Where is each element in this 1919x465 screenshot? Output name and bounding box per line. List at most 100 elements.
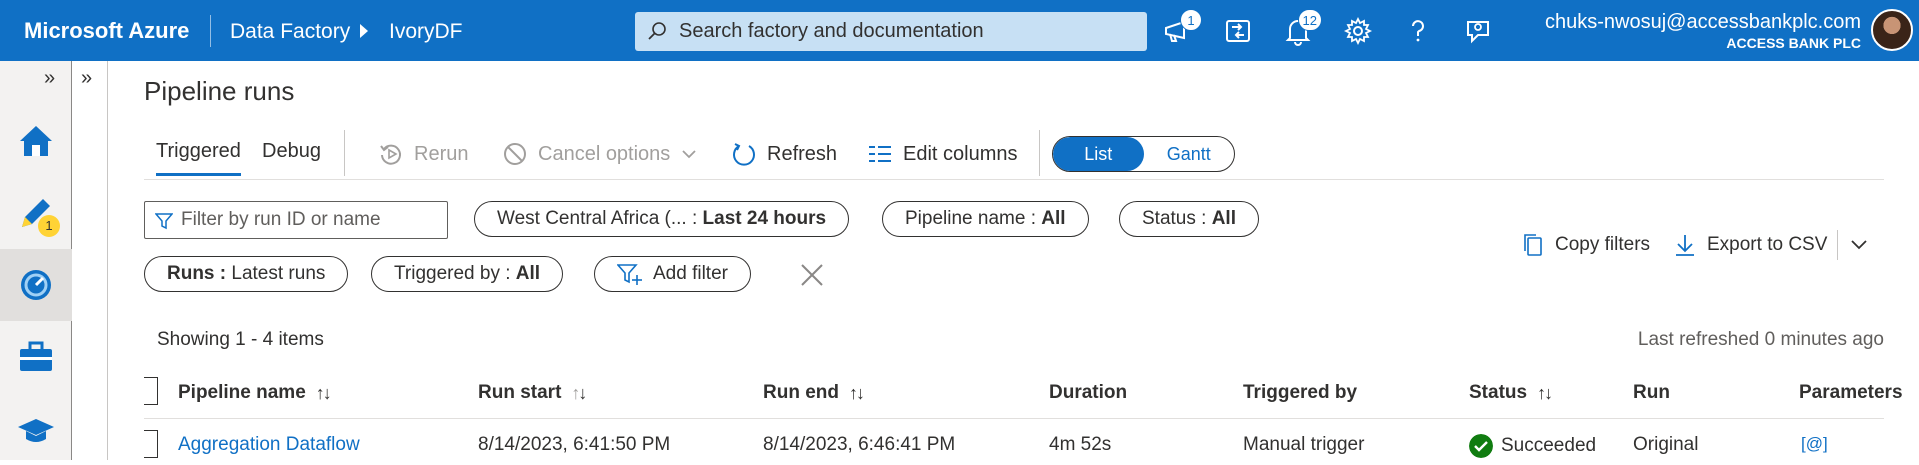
export-csv-button[interactable]: Export to CSV <box>1673 233 1827 257</box>
add-filter-label: Add filter <box>653 263 728 284</box>
column-run[interactable]: Run <box>1633 382 1670 404</box>
chevron-down-icon[interactable] <box>1848 233 1870 255</box>
triggered-filter-value: All <box>515 263 541 284</box>
column-label: Parameters <box>1799 382 1903 403</box>
settings-button[interactable] <box>1340 13 1376 49</box>
view-list-button[interactable]: List <box>1053 137 1144 171</box>
help-button[interactable] <box>1400 13 1436 49</box>
command-divider <box>1039 130 1040 176</box>
column-status[interactable]: Status ↑↓ <box>1469 382 1553 404</box>
run-cell: Original <box>1633 434 1699 455</box>
column-duration[interactable]: Duration <box>1049 382 1127 404</box>
view-gantt-button[interactable]: Gantt <box>1144 137 1235 171</box>
runs-filter-value: Latest runs <box>231 263 326 284</box>
region-time-filter[interactable]: West Central Africa (... : Last 24 hours <box>474 201 850 237</box>
nav-manage[interactable] <box>0 321 72 393</box>
nav-author[interactable]: 1 <box>0 177 72 249</box>
column-triggered-by[interactable]: Triggered by <box>1243 382 1357 404</box>
row-checkbox[interactable] <box>144 430 158 458</box>
region-filter-label: West Central Africa (... <box>497 208 687 229</box>
topbar-divider <box>210 15 211 47</box>
parameters-link[interactable]: [@] <box>1801 434 1828 454</box>
copy-filters-label: Copy filters <box>1555 234 1651 255</box>
updates-badge: 1 <box>1180 9 1202 31</box>
toolbox-icon <box>20 341 52 371</box>
breadcrumb-factory-name[interactable]: IvoryDF <box>389 0 463 63</box>
edit-columns-label: Edit columns <box>903 143 1018 165</box>
breadcrumb-data-factory[interactable]: Data Factory <box>230 0 350 63</box>
clear-filters-icon[interactable] <box>800 263 824 287</box>
status-filter[interactable]: Status : All <box>1119 201 1259 237</box>
runs-filter-label: Runs : <box>167 263 232 284</box>
column-run-end[interactable]: Run end ↑↓ <box>763 382 865 404</box>
columns-icon <box>869 146 891 162</box>
sort-icon: ↑↓ <box>849 382 865 403</box>
left-nav-rail: » 1 <box>0 61 72 460</box>
copy-icon <box>1524 234 1542 256</box>
run-end-cell: 8/14/2023, 6:46:41 PM <box>763 434 956 455</box>
notifications-badge: 12 <box>1297 9 1322 31</box>
expand-nav-icon[interactable]: » <box>44 67 55 90</box>
triggered-filter-label: Triggered by : <box>394 263 516 284</box>
add-filter-button[interactable]: Add filter <box>594 256 751 292</box>
tab-triggered[interactable]: Triggered <box>156 140 241 176</box>
pipeline-filter-value: All <box>1041 208 1066 229</box>
filter-separator: : <box>691 208 703 229</box>
select-all-checkbox[interactable] <box>144 377 158 405</box>
nav-learning[interactable] <box>0 393 72 465</box>
tab-debug[interactable]: Debug <box>262 140 321 173</box>
sort-icon: ↑↓ <box>315 382 332 403</box>
command-divider <box>344 130 345 176</box>
column-label: Run start <box>478 382 562 403</box>
filter-icon <box>155 213 173 230</box>
search-icon <box>648 22 666 40</box>
chevron-down-icon <box>682 150 696 159</box>
refresh-icon <box>733 143 755 166</box>
status-filter-value: All <box>1211 208 1236 229</box>
updates-button[interactable]: 1 <box>1160 9 1202 49</box>
page-title: Pipeline runs <box>144 76 295 106</box>
duration-cell: 4m 52s <box>1049 434 1112 455</box>
download-icon <box>1676 235 1694 256</box>
search-input[interactable] <box>679 12 1139 51</box>
pipeline-name-link[interactable]: Aggregation Dataflow <box>178 434 360 456</box>
refresh-label: Refresh <box>767 143 838 165</box>
run-filter-box[interactable] <box>144 201 448 239</box>
view-toggle: List Gantt <box>1052 136 1235 172</box>
expand-pane-icon[interactable]: » <box>81 67 92 90</box>
column-label: Pipeline name <box>178 382 306 403</box>
feedback-button[interactable] <box>1460 13 1496 49</box>
brand-link[interactable]: Microsoft Azure <box>24 0 189 61</box>
nav-monitor[interactable] <box>0 249 72 321</box>
global-search[interactable] <box>635 12 1147 51</box>
pipeline-name-filter[interactable]: Pipeline name : All <box>882 201 1089 237</box>
rerun-icon <box>380 144 401 165</box>
column-run-start[interactable]: Run start ↑ ↓ <box>478 382 587 404</box>
graduation-cap-icon <box>18 419 54 442</box>
sort-icon: ↑↓ <box>1537 382 1553 403</box>
cancel-options-button[interactable]: Cancel options <box>502 138 698 170</box>
sort-icon: ↑ <box>571 382 580 403</box>
run-filter-input[interactable] <box>181 202 441 238</box>
export-csv-label: Export to CSV <box>1707 234 1828 255</box>
avatar[interactable] <box>1871 9 1913 51</box>
breadcrumb-chevron-icon <box>360 24 368 38</box>
column-label: Run <box>1633 382 1670 403</box>
rerun-button[interactable]: Rerun <box>378 138 468 170</box>
nav-home[interactable] <box>0 105 72 177</box>
edit-columns-button[interactable]: Edit columns <box>867 138 1018 170</box>
account-email: chuks-nwosuj@accessbankplc.com <box>1545 11 1861 33</box>
cancel-icon <box>504 143 526 165</box>
triggered-by-filter[interactable]: Triggered by : All <box>371 256 564 292</box>
notifications-button[interactable]: 12 <box>1280 9 1322 49</box>
copy-filters-button[interactable]: Copy filters <box>1521 233 1650 257</box>
account-menu[interactable]: chuks-nwosuj@accessbankplc.com ACCESS BA… <box>1545 10 1861 52</box>
sort-desc-icon: ↓ <box>578 382 587 403</box>
home-icon <box>20 126 52 156</box>
actions-divider <box>1837 230 1838 260</box>
column-pipeline-name[interactable]: Pipeline name ↑↓ <box>178 382 332 404</box>
switch-directory-button[interactable] <box>1220 13 1256 49</box>
refresh-button[interactable]: Refresh <box>731 138 837 170</box>
runs-filter[interactable]: Runs : Latest runs <box>144 256 349 292</box>
column-parameters[interactable]: Parameters <box>1799 382 1919 404</box>
